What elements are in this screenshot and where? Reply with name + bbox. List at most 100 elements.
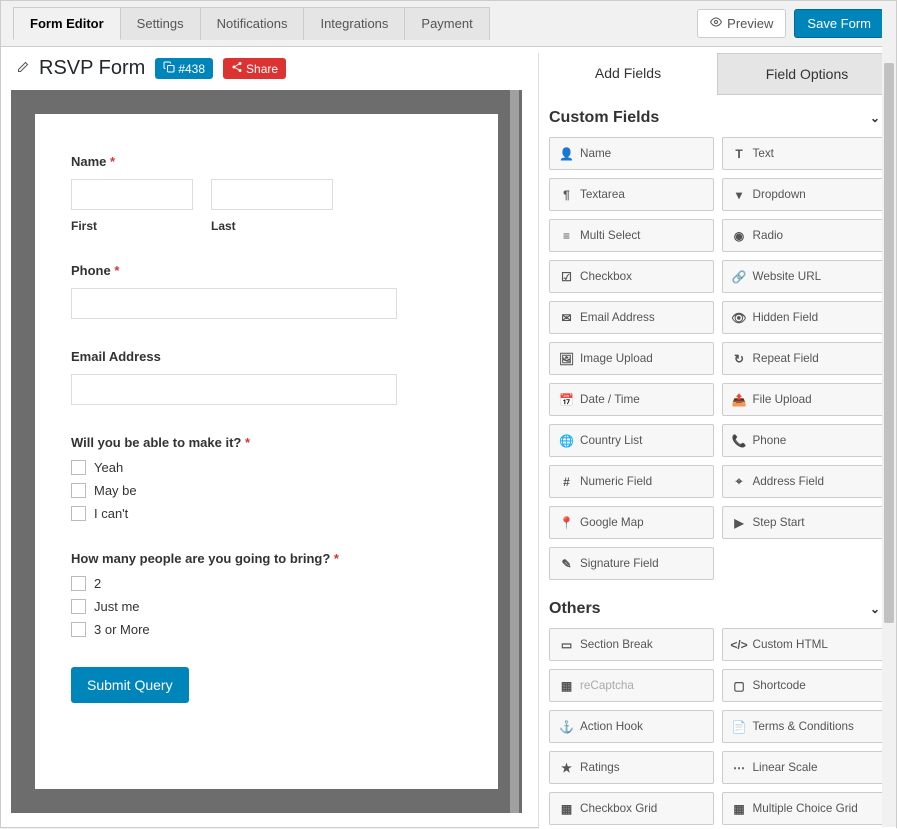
checkbox-icon[interactable] <box>71 460 86 475</box>
text-icon: T <box>733 147 746 160</box>
field-type-date-time[interactable]: 📅Date / Time <box>549 383 714 416</box>
field-type-label: Text <box>753 147 774 160</box>
attend-opt-1[interactable]: May be <box>71 483 448 498</box>
field-type-checkbox-grid[interactable]: ▦Checkbox Grid <box>549 792 714 825</box>
field-type-country-list[interactable]: 🌐Country List <box>549 424 714 457</box>
field-type-label: Section Break <box>580 638 653 651</box>
field-type-radio[interactable]: ◉Radio <box>722 219 887 252</box>
email-input[interactable] <box>71 374 397 405</box>
field-type-action-hook[interactable]: ⚓Action Hook <box>549 710 714 743</box>
field-name[interactable]: Name * First Last <box>71 154 448 233</box>
field-type-linear-scale[interactable]: ⋯Linear Scale <box>722 751 887 784</box>
field-type-repeat-field[interactable]: ↻Repeat Field <box>722 342 887 375</box>
field-type-phone[interactable]: 📞 Phone <box>722 424 887 457</box>
tab-form-editor[interactable]: Form Editor <box>13 7 121 40</box>
field-type-label: Dropdown <box>753 188 806 201</box>
field-type-text[interactable]: T Text <box>722 137 887 170</box>
phone-icon: 📞 <box>733 434 746 447</box>
field-type-step-start[interactable]: ▶Step Start <box>722 506 887 539</box>
tab-notifications[interactable]: Notifications <box>200 7 305 40</box>
count-opt-1[interactable]: Just me <box>71 599 448 614</box>
form-id-label: #438 <box>178 62 205 76</box>
first-sublabel: First <box>71 219 193 233</box>
field-type-label: Date / Time <box>580 393 640 406</box>
pencil-icon <box>17 61 29 76</box>
tab-field-options[interactable]: Field Options <box>717 53 896 95</box>
checkbox-icon[interactable] <box>71 576 86 591</box>
field-type-email-address[interactable]: ✉ Email Address <box>549 301 714 334</box>
field-type-section-break[interactable]: ▭Section Break <box>549 628 714 661</box>
chevron-down-icon: ⌄ <box>870 111 880 125</box>
canvas-scrollbar[interactable] <box>510 90 519 813</box>
checkbox-icon[interactable] <box>71 483 86 498</box>
field-type-image-upload[interactable]: 🖼Image Upload <box>549 342 714 375</box>
save-form-button[interactable]: Save Form <box>794 9 884 38</box>
field-type-checkbox[interactable]: ☑Checkbox <box>549 260 714 293</box>
field-type-label: Shortcode <box>753 679 806 692</box>
field-phone[interactable]: Phone * <box>71 263 448 319</box>
field-type-label: Action Hook <box>580 720 643 733</box>
field-type-signature-field[interactable]: ✎Signature Field <box>549 547 714 580</box>
field-type-label: Ratings <box>580 761 620 774</box>
repeat-icon: ↻ <box>733 352 746 365</box>
section-custom-fields[interactable]: Custom Fields ⌄ <box>543 95 892 137</box>
user-icon: 👤 <box>560 147 573 160</box>
field-type-label: Phone <box>753 434 787 447</box>
share-button[interactable]: Share <box>223 58 286 79</box>
count-label: How many people are you going to bring? … <box>71 551 448 566</box>
checkbox-icon[interactable] <box>71 506 86 521</box>
eyeoff-icon: 👁 <box>733 311 746 324</box>
field-type-shortcode[interactable]: ▢Shortcode <box>722 669 887 702</box>
attend-opt-2[interactable]: I can't <box>71 506 448 521</box>
field-attend[interactable]: Will you be able to make it? * Yeah May … <box>71 435 448 521</box>
field-count[interactable]: How many people are you going to bring? … <box>71 551 448 637</box>
preview-button[interactable]: Preview <box>697 9 786 38</box>
field-type-label: Multiple Choice Grid <box>753 802 858 815</box>
field-type-dropdown[interactable]: ▾Dropdown <box>722 178 887 211</box>
field-type-address-field[interactable]: ⌖Address Field <box>722 465 887 498</box>
field-type-website-url[interactable]: 🔗Website URL <box>722 260 887 293</box>
field-type-numeric-field[interactable]: #Numeric Field <box>549 465 714 498</box>
last-name-input[interactable] <box>211 179 333 210</box>
field-type-recaptcha[interactable]: ▦reCaptcha <box>549 669 714 702</box>
checkbox-icon[interactable] <box>71 622 86 637</box>
last-sublabel: Last <box>211 219 333 233</box>
field-type-name[interactable]: 👤Name <box>549 137 714 170</box>
field-type-hidden-field[interactable]: 👁Hidden Field <box>722 301 887 334</box>
field-type-custom-html[interactable]: </>Custom HTML <box>722 628 887 661</box>
first-name-input[interactable] <box>71 179 193 210</box>
form-canvas[interactable]: Name * First Last <box>35 114 498 789</box>
attend-opt-0[interactable]: Yeah <box>71 460 448 475</box>
count-opt-2[interactable]: 3 or More <box>71 622 448 637</box>
form-id-badge[interactable]: #438 <box>155 58 213 79</box>
field-email[interactable]: Email Address <box>71 349 448 405</box>
count-opt-0[interactable]: 2 <box>71 576 448 591</box>
form-title: RSVP Form <box>39 57 145 80</box>
tab-payment[interactable]: Payment <box>404 7 489 40</box>
field-type-label: Custom HTML <box>753 638 828 651</box>
nav-tabs: Form Editor Settings Notifications Integ… <box>13 7 489 40</box>
field-type-label: Email Address <box>580 311 655 324</box>
field-type-terms-conditions[interactable]: 📄Terms & Conditions <box>722 710 887 743</box>
tab-integrations[interactable]: Integrations <box>303 7 405 40</box>
list-icon: ≡ <box>560 229 573 242</box>
field-type-label: Step Start <box>753 516 805 529</box>
field-type-multiple-choice-grid[interactable]: ▦Multiple Choice Grid <box>722 792 887 825</box>
mail-icon: ✉ <box>560 311 573 324</box>
checkbox-icon[interactable] <box>71 599 86 614</box>
field-type-label: Radio <box>753 229 784 242</box>
tab-settings[interactable]: Settings <box>120 7 201 40</box>
scrollbar-thumb[interactable] <box>884 63 894 623</box>
field-type-ratings[interactable]: ★Ratings <box>549 751 714 784</box>
field-type-textarea[interactable]: ¶Textarea <box>549 178 714 211</box>
field-type-google-map[interactable]: 📍Google Map <box>549 506 714 539</box>
page-scrollbar[interactable] <box>882 1 896 827</box>
section-others[interactable]: Others ⌄ <box>543 586 892 628</box>
phone-input[interactable] <box>71 288 397 319</box>
submit-button[interactable]: Submit Query <box>71 667 189 703</box>
tab-add-fields[interactable]: Add Fields <box>539 53 717 95</box>
field-type-file-upload[interactable]: 📤File Upload <box>722 383 887 416</box>
scrollbar-thumb[interactable] <box>510 90 519 813</box>
field-type-multi-select[interactable]: ≡Multi Select <box>549 219 714 252</box>
form-header: RSVP Form #438 Share <box>1 47 538 90</box>
